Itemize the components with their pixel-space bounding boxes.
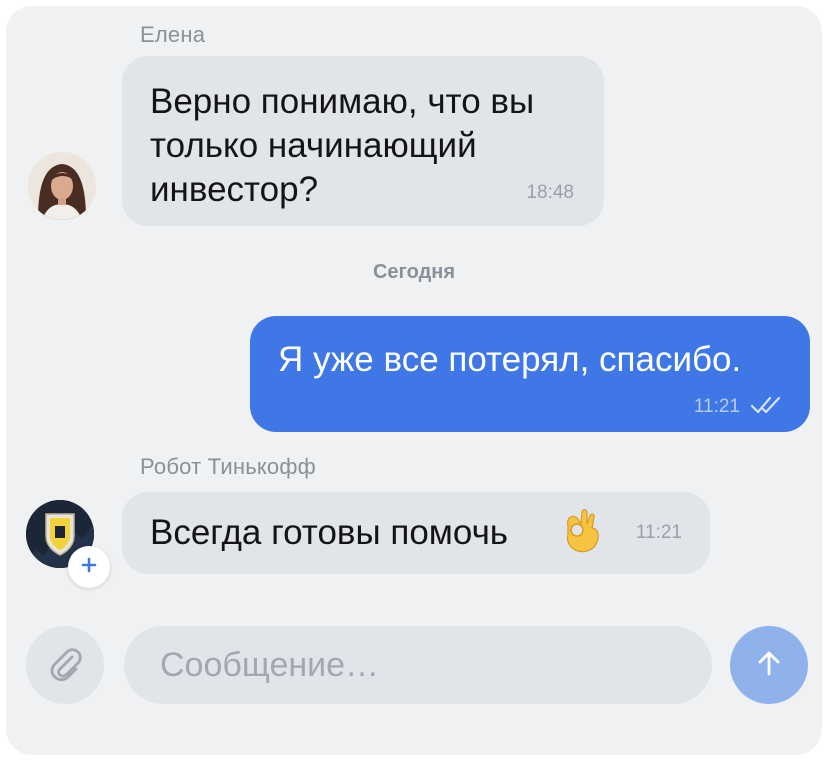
arrow-up-icon [754, 648, 784, 683]
add-contact-badge[interactable] [68, 546, 110, 588]
double-check-icon [750, 395, 782, 420]
sender-name-bot: Робот Тинькофф [140, 454, 316, 479]
message-bubble-outgoing[interactable]: Я уже все потерял, спасибо. 11:21 [250, 316, 810, 432]
avatar-elena[interactable] [28, 152, 96, 220]
message-time: 18:48 [526, 182, 574, 203]
message-bubble-incoming[interactable]: Всегда готовы помочь 11:21 [122, 492, 710, 574]
chat-window: Елена Верно понимаю, что вы только начин… [6, 6, 822, 755]
message-time: 11:21 [635, 522, 682, 543]
message-text: Верно понимаю, что вы только начинающий … [150, 82, 535, 209]
message-input[interactable] [124, 626, 712, 704]
attach-button[interactable] [26, 626, 104, 704]
message-bubble-incoming[interactable]: Верно понимаю, что вы только начинающий … [122, 56, 604, 226]
message-text: Всегда готовы помочь [150, 513, 509, 552]
avatar-elena-image [28, 152, 96, 220]
plus-icon [81, 557, 97, 578]
ok-hand-emoji-icon [560, 508, 602, 559]
paperclip-icon [45, 643, 85, 688]
message-time: 11:21 [693, 396, 740, 417]
message-text: Я уже все потерял, спасибо. [278, 340, 742, 379]
send-button[interactable] [730, 626, 808, 704]
day-separator: Сегодня [372, 261, 456, 283]
sender-name-elena: Елена [140, 22, 206, 47]
